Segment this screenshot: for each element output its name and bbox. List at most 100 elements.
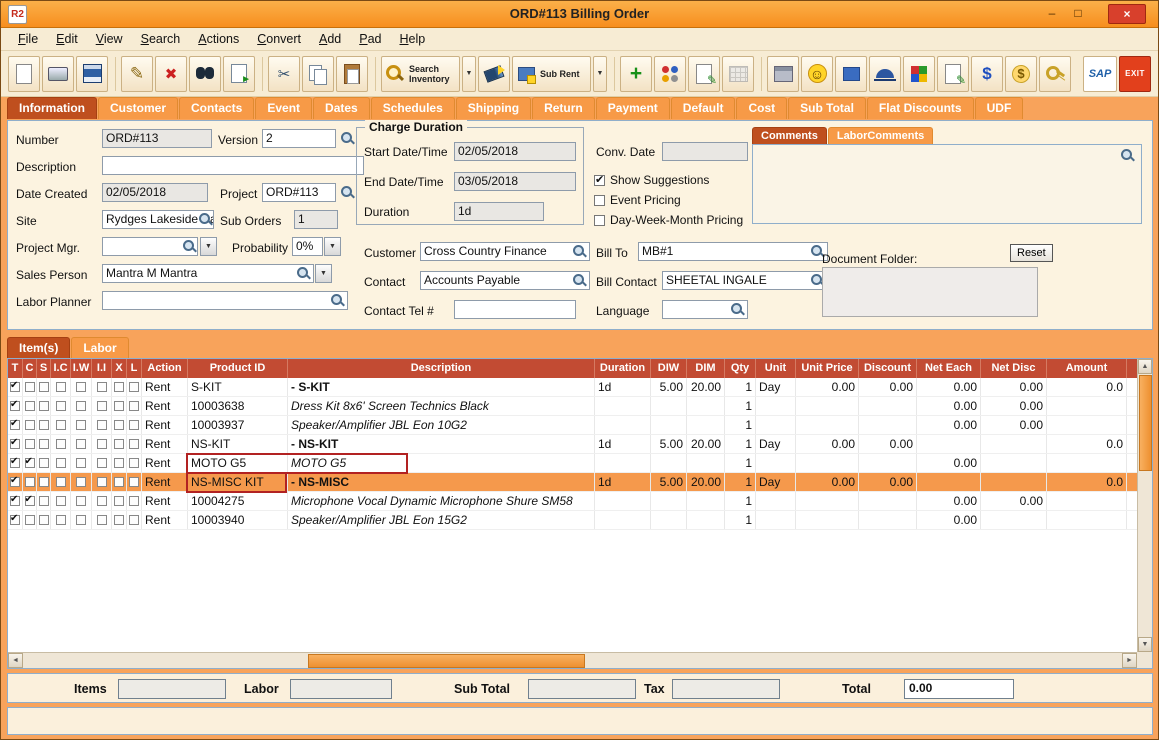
row-checkbox[interactable] (25, 515, 35, 525)
column-header-net-disc[interactable]: Net Disc (981, 359, 1047, 378)
menu-view[interactable]: View (87, 28, 132, 51)
tab-customer[interactable]: Customer (98, 97, 178, 119)
toolbar-sub-rent-dropdown-button[interactable]: ▼ (593, 56, 607, 92)
language-lookup-icon[interactable] (730, 302, 745, 317)
toolbar-flashlight-button[interactable] (478, 56, 510, 92)
cell-net-disc[interactable] (981, 473, 1047, 491)
row-checkbox[interactable] (76, 515, 86, 525)
sub-orders-field[interactable]: 1 (294, 210, 338, 229)
cell-description[interactable]: Speaker/Amplifier JBL Eon 10G2 (288, 416, 595, 434)
tab-payment[interactable]: Payment (596, 97, 670, 119)
tab-comments-comments[interactable]: Comments (752, 127, 827, 144)
cell-net-disc[interactable] (981, 454, 1047, 472)
cell-unit-price[interactable] (796, 454, 859, 472)
row-checkbox[interactable] (10, 477, 20, 487)
row-checkbox[interactable] (39, 458, 49, 468)
column-header-product-id[interactable]: Product ID (188, 359, 288, 378)
row-checkbox[interactable] (39, 401, 49, 411)
table-row[interactable]: Rent10004275Microphone Vocal Dynamic Mic… (8, 492, 1137, 511)
tab-contacts[interactable]: Contacts (179, 97, 254, 119)
column-header-x[interactable]: X (112, 359, 127, 378)
cell-duration[interactable]: 1d (595, 435, 651, 453)
toolbar-new-document-button[interactable] (8, 56, 40, 92)
cell-duration[interactable] (595, 511, 651, 529)
cell-unit[interactable]: Day (756, 473, 796, 491)
cell-action[interactable]: Rent (142, 435, 188, 453)
cell-unit[interactable] (756, 454, 796, 472)
cell-discount[interactable] (859, 397, 917, 415)
tab-flat-discounts[interactable]: Flat Discounts (867, 97, 974, 119)
cell-product-id[interactable]: 10004275 (188, 492, 288, 510)
toolbar-key-set-button[interactable] (1039, 56, 1071, 92)
labor-planner-field[interactable] (102, 291, 348, 310)
vertical-scrollbar[interactable]: ▲ ▼ (1137, 359, 1152, 652)
row-checkbox[interactable] (56, 401, 66, 411)
row-checkbox[interactable] (10, 401, 20, 411)
row-checkbox[interactable] (76, 477, 86, 487)
cell-action[interactable]: Rent (142, 378, 188, 396)
row-checkbox[interactable] (97, 477, 107, 487)
number-field[interactable]: ORD#113 (102, 129, 212, 148)
toolbar-save-button[interactable] (76, 56, 108, 92)
cell-unit[interactable]: Day (756, 435, 796, 453)
table-row[interactable]: RentNS-KIT- NS-KIT1d5.0020.001Day0.000.0… (8, 435, 1137, 454)
cell-discount[interactable]: 0.00 (859, 473, 917, 491)
row-checkbox[interactable] (97, 439, 107, 449)
bill-to-field[interactable]: MB#1 (638, 242, 828, 261)
toolbar-edit-note-button[interactable] (688, 56, 720, 92)
row-checkbox[interactable] (10, 515, 20, 525)
duration-field[interactable]: 1d (454, 202, 544, 221)
toolbar-search-inventory-dropdown-button[interactable]: ▼ (462, 56, 476, 92)
total-field[interactable]: 0.00 (904, 679, 1014, 699)
row-checkbox[interactable] (76, 496, 86, 506)
row-checkbox[interactable] (56, 420, 66, 430)
cell-amount[interactable] (1047, 511, 1127, 529)
cell-net-disc[interactable] (981, 435, 1047, 453)
row-checkbox[interactable] (114, 382, 124, 392)
row-checkbox[interactable] (10, 458, 20, 468)
cell-product-id[interactable]: S-KIT (188, 378, 288, 396)
row-checkbox[interactable] (56, 515, 66, 525)
horizontal-scroll-thumb[interactable] (308, 654, 585, 668)
toolbar-search-inventory-button[interactable]: Search Inventory (381, 56, 460, 92)
column-header-l[interactable]: L (127, 359, 142, 378)
row-checkbox[interactable] (39, 382, 49, 392)
row-checkbox[interactable] (39, 477, 49, 487)
row-checkbox[interactable] (56, 458, 66, 468)
labor-planner-lookup-icon[interactable] (330, 293, 345, 308)
cell-net-each[interactable]: 0.00 (917, 454, 981, 472)
show-suggestions-checkbox[interactable]: Show Suggestions (594, 173, 709, 188)
cell-net-disc[interactable]: 0.00 (981, 378, 1047, 396)
row-checkbox[interactable] (56, 496, 66, 506)
cell-action[interactable]: Rent (142, 511, 188, 529)
cell-qty[interactable]: 1 (725, 378, 756, 396)
minimize-button[interactable]: – (1040, 4, 1064, 24)
table-row[interactable]: Rent10003937Speaker/Amplifier JBL Eon 10… (8, 416, 1137, 435)
day-week-month-checkbox[interactable]: Day-Week-Month Pricing (594, 213, 743, 228)
cell-unit[interactable] (756, 416, 796, 434)
cell-net-disc[interactable]: 0.00 (981, 397, 1047, 415)
menu-add[interactable]: Add (310, 28, 350, 51)
toolbar-cut-button[interactable]: ✂ (268, 56, 300, 92)
contact-lookup-icon[interactable] (572, 273, 587, 288)
tab-items-labor[interactable]: Labor (71, 337, 128, 359)
cell-discount[interactable] (859, 454, 917, 472)
menu-convert[interactable]: Convert (248, 28, 310, 51)
row-checkbox[interactable] (129, 477, 139, 487)
column-header-t[interactable]: T (8, 359, 23, 378)
cell-net-each[interactable] (917, 435, 981, 453)
reset-button[interactable]: Reset (1010, 244, 1053, 262)
row-checkbox[interactable] (114, 458, 124, 468)
cell-action[interactable]: Rent (142, 492, 188, 510)
sales-person-dropdown[interactable]: ▼ (315, 264, 332, 283)
row-checkbox[interactable] (56, 477, 66, 487)
row-checkbox[interactable] (10, 382, 20, 392)
cell-diw[interactable] (651, 416, 687, 434)
row-checkbox[interactable] (129, 458, 139, 468)
cell-unit[interactable]: Day (756, 378, 796, 396)
tab-sub-total[interactable]: Sub Total (788, 97, 866, 119)
toolbar-binoculars-button[interactable] (189, 56, 221, 92)
cell-amount[interactable] (1047, 416, 1127, 434)
vertical-scroll-thumb[interactable] (1139, 375, 1152, 471)
column-header-duration[interactable]: Duration (595, 359, 651, 378)
